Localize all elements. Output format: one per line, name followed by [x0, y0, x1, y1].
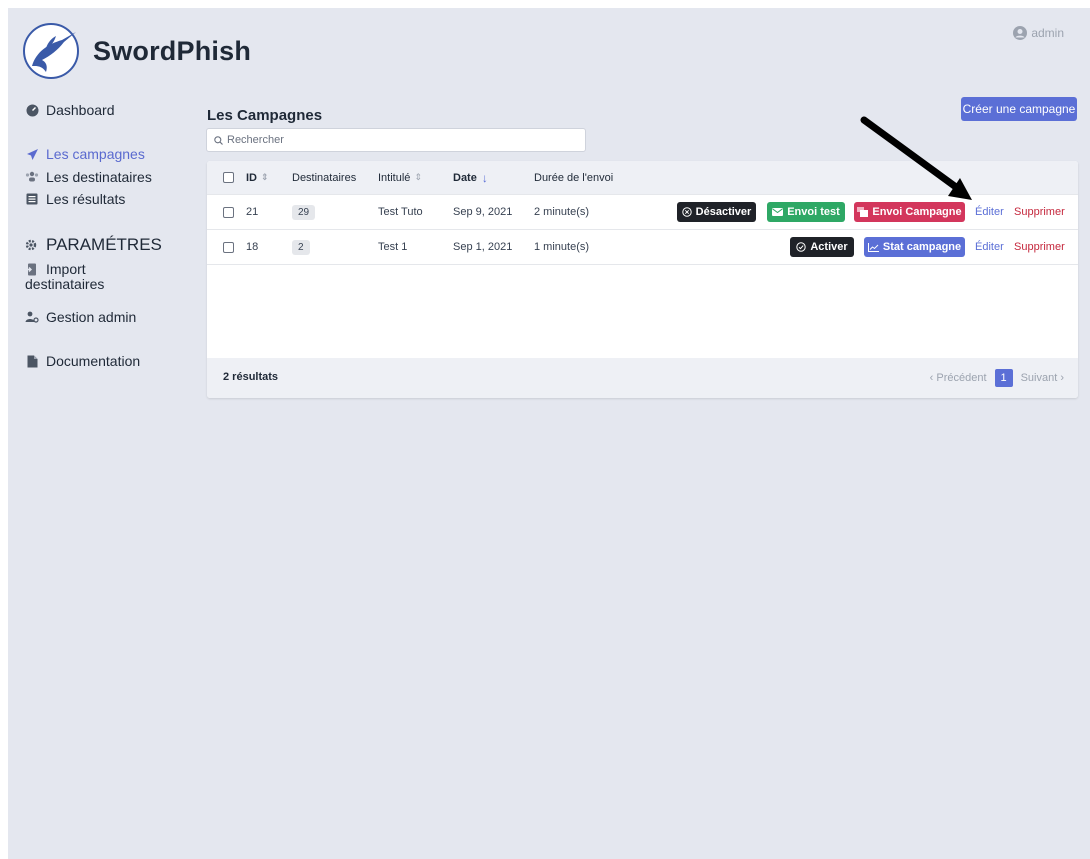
button-label: Stat campagne	[882, 241, 962, 253]
recipients-badge: 2	[292, 239, 310, 255]
sidebar-section-settings: PARAMÉTRES	[25, 235, 162, 255]
recipients-count: 2	[292, 230, 310, 264]
deactivate-button[interactable]: Désactiver	[677, 202, 756, 222]
user-cog-icon	[25, 310, 39, 324]
pagination: ‹ Précédent 1 Suivant ›	[930, 369, 1064, 387]
column-duration: Durée de l'envoi	[534, 161, 613, 194]
button-label: Envoi Campagne	[872, 206, 962, 218]
edit-link[interactable]: Éditer	[975, 230, 1004, 264]
brand-logo[interactable]: SwordPhish	[22, 22, 251, 80]
button-label: Envoi test	[787, 206, 840, 218]
envelope-icon	[772, 208, 784, 216]
column-id[interactable]: ID ⇕	[246, 161, 269, 194]
swordfish-logo-icon	[23, 23, 79, 79]
search-icon	[214, 135, 223, 145]
file-import-icon	[25, 263, 39, 276]
edit-link-label: Éditer	[975, 206, 1004, 218]
previous-label: Précédent	[936, 372, 987, 384]
edit-link-label: Éditer	[975, 241, 1004, 253]
sidebar-label-line1: Import	[46, 261, 86, 277]
sidebar-item-documentation[interactable]: Documentation	[25, 353, 140, 369]
delete-link[interactable]: Supprimer	[1014, 195, 1065, 229]
column-date[interactable]: Date ↓	[453, 161, 488, 194]
row-date: Sep 9, 2021	[453, 206, 513, 218]
results-count: 2 résultats	[223, 371, 278, 383]
users-icon	[25, 170, 39, 184]
recipients-count: 29	[292, 195, 316, 229]
row-name: Test 1	[378, 241, 408, 253]
sort-desc-arrow-icon: ↓	[481, 170, 488, 185]
previous-page-link[interactable]: ‹ Précédent	[930, 372, 987, 384]
sidebar-item-dashboard[interactable]: Dashboard	[25, 102, 115, 118]
sidebar-item-import[interactable]: Import destinataires	[25, 262, 104, 292]
search-placeholder: Rechercher	[227, 134, 284, 146]
table-footer: 2 résultats ‹ Précédent 1 Suivant ›	[207, 358, 1078, 398]
sidebar-label: Gestion admin	[46, 309, 137, 325]
user-avatar-icon	[1013, 26, 1028, 40]
row-duration: 1 minute(s)	[534, 241, 590, 253]
column-recipients: Destinataires	[292, 161, 356, 194]
select-all-checkbox[interactable]	[223, 161, 234, 194]
dashboard-icon	[25, 103, 39, 117]
row-duration: 2 minute(s)	[534, 206, 590, 218]
circle-check-icon	[796, 242, 807, 252]
sidebar-item-recipients[interactable]: Les destinataires	[25, 169, 152, 185]
button-label: Activer	[810, 241, 848, 253]
gear-icon	[25, 239, 39, 251]
sort-icon: ⇕	[414, 172, 422, 182]
paper-plane-icon	[25, 147, 39, 161]
row-date: Sep 1, 2021	[453, 241, 513, 253]
send-campaign-button[interactable]: Envoi Campagne	[854, 202, 965, 222]
column-label: Intitulé	[378, 171, 411, 184]
next-label: Suivant	[1020, 372, 1058, 384]
sidebar-label: Les résultats	[46, 191, 126, 207]
user-name: admin	[1031, 26, 1064, 40]
button-label: Désactiver	[695, 206, 752, 218]
sidebar-label: Dashboard	[46, 102, 115, 118]
send-test-button[interactable]: Envoi test	[767, 202, 845, 222]
page-1-button[interactable]: 1	[994, 369, 1013, 387]
recipients-badge: 29	[292, 204, 316, 220]
column-name[interactable]: Intitulé ⇕	[378, 161, 422, 194]
column-label: ID	[246, 171, 257, 184]
sidebar-label: Les campagnes	[46, 146, 145, 162]
column-label: Destinataires	[292, 171, 357, 184]
activate-button[interactable]: Activer	[790, 237, 854, 257]
column-label: Date	[453, 171, 477, 184]
brand-name: SwordPhish	[93, 35, 252, 66]
row-checkbox[interactable]	[223, 230, 234, 264]
sidebar-label: Documentation	[46, 353, 141, 369]
row-checkbox[interactable]	[223, 195, 234, 229]
delete-link-label: Supprimer	[1014, 206, 1065, 218]
user-menu[interactable]: admin	[1013, 26, 1064, 40]
sort-icon: ⇕	[261, 172, 269, 182]
chart-line-icon	[867, 242, 879, 252]
annotation-arrow-icon	[860, 116, 972, 200]
row-name: Test Tuto	[378, 206, 423, 218]
next-page-link[interactable]: Suivant ›	[1021, 372, 1064, 384]
delete-link[interactable]: Supprimer	[1014, 230, 1065, 264]
stat-campaign-button[interactable]: Stat campagne	[864, 237, 965, 257]
sidebar-item-results[interactable]: Les résultats	[25, 191, 125, 207]
sidebar-item-campaigns[interactable]: Les campagnes	[25, 146, 145, 162]
column-label: Durée de l'envoi	[534, 171, 614, 184]
row-id: 21	[246, 206, 259, 218]
circle-x-icon	[681, 207, 692, 217]
row-id: 18	[246, 241, 259, 253]
file-icon	[25, 354, 39, 368]
sidebar-section-label: PARAMÉTRES	[46, 235, 162, 254]
list-icon	[25, 192, 39, 206]
page-title: Les Campagnes	[207, 107, 323, 124]
search-input[interactable]: Rechercher	[206, 128, 586, 152]
table-row: 18 2 Test 1 Sep 1, 2021 1 minute(s) Acti…	[207, 229, 1078, 265]
sidebar-label: Les destinataires	[46, 169, 152, 185]
delete-link-label: Supprimer	[1014, 241, 1065, 253]
sidebar-item-admin[interactable]: Gestion admin	[25, 309, 136, 325]
app-shell: SwordPhish admin Dashboard Les campagnes	[8, 8, 1090, 859]
sidebar-label-line2: destinataires	[25, 276, 105, 292]
mail-bulk-icon	[857, 207, 869, 217]
results-count-label: 2 résultats	[223, 371, 279, 383]
